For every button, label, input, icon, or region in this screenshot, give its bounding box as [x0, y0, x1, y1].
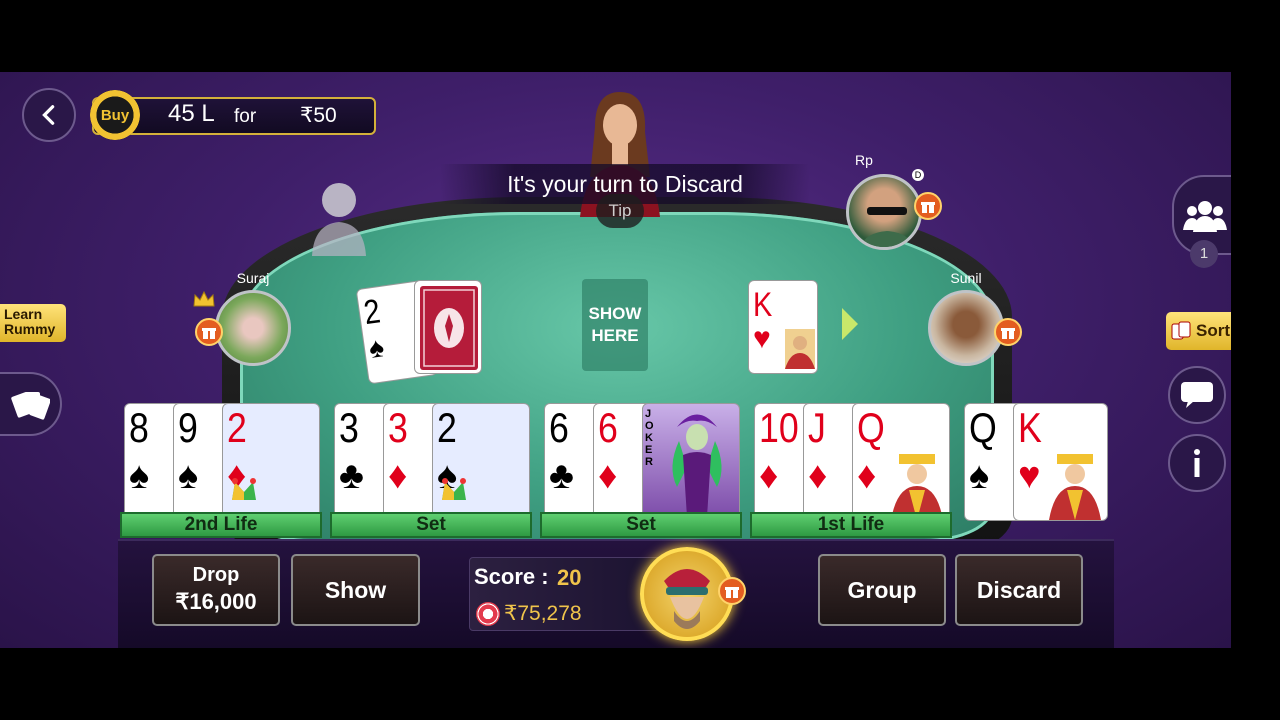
- users-icon: [1183, 201, 1227, 232]
- card-suit: ♠: [178, 455, 199, 497]
- cards-icon: [11, 392, 50, 420]
- learn-rummy-button[interactable]: Learn Rummy: [0, 304, 66, 342]
- show-button[interactable]: Show: [291, 554, 420, 626]
- discard-button[interactable]: Discard: [955, 554, 1083, 626]
- card-rank: 8: [129, 404, 149, 451]
- card-suit: ♦: [759, 455, 779, 497]
- drop-amount: ₹16,000: [175, 589, 257, 614]
- buy-label: Buy: [100, 106, 130, 124]
- empty-seat-icon[interactable]: [310, 182, 370, 256]
- chevron-left-icon: [42, 105, 55, 125]
- show-here-slot[interactable]: SHOW HERE: [582, 279, 648, 371]
- closed-deck[interactable]: [414, 280, 482, 374]
- hand-card[interactable]: K ♥: [1013, 403, 1108, 521]
- card-suit: ♦: [808, 455, 828, 497]
- gift-icon: [1001, 328, 1015, 339]
- hand-card[interactable]: 2 ♦: [222, 403, 320, 521]
- group-button[interactable]: Group: [818, 554, 946, 626]
- card-suit: ♦: [388, 455, 408, 497]
- score-value: 20: [557, 565, 582, 590]
- player-avatar: [215, 290, 291, 366]
- card-rank: 2: [227, 404, 247, 451]
- game-screen: Buy 45 L for ₹50 It's your turn to Disca…: [0, 72, 1231, 648]
- buy-amount: 45 L: [168, 100, 215, 127]
- gift-button[interactable]: [718, 577, 746, 605]
- group-label: 1st Life: [750, 512, 952, 538]
- group-label: Set: [540, 512, 742, 538]
- discard-card[interactable]: K ♥: [748, 280, 818, 374]
- chips-balance: ₹75,278: [504, 602, 582, 625]
- card-rank: Q: [857, 404, 885, 451]
- hand-card[interactable]: 2 ♠: [432, 403, 530, 521]
- card-rank: 6: [549, 404, 569, 451]
- group-label: Set: [330, 512, 532, 538]
- card-suit: ♥: [1018, 455, 1041, 497]
- joker-figure-icon: [672, 414, 722, 517]
- card-rank: K: [1018, 404, 1042, 451]
- hand-card[interactable]: Q ♦: [852, 403, 950, 521]
- gift-button[interactable]: [994, 318, 1022, 346]
- dealer-badge: D: [912, 169, 924, 181]
- sort-button[interactable]: Sort: [1166, 312, 1231, 350]
- group-label: 2nd Life: [120, 512, 322, 538]
- gift-button[interactable]: [914, 192, 942, 220]
- card-rank: 10: [759, 404, 799, 451]
- chat-button[interactable]: [1168, 366, 1226, 424]
- player-name: Sunil: [950, 270, 982, 286]
- drop-label: Drop: [192, 564, 240, 586]
- buy-chip-button[interactable]: Buy: [90, 90, 140, 140]
- info-icon: [1194, 449, 1200, 477]
- card-rank: 3: [339, 404, 359, 451]
- player-avatar: [846, 174, 922, 250]
- player-name: Rp: [855, 152, 873, 168]
- hand-card[interactable]: JOKER: [642, 403, 740, 521]
- card-rank: 3: [388, 404, 408, 451]
- card-suit: ♦: [857, 455, 877, 497]
- score-label: Score :: [474, 564, 549, 589]
- joker-label: JOKER: [645, 408, 654, 468]
- gift-button[interactable]: [195, 318, 223, 346]
- arrow-right-icon: [842, 308, 858, 340]
- player-name: Suraj: [236, 270, 270, 286]
- crown-icon: [193, 290, 215, 307]
- card-suit: ♠: [129, 455, 150, 497]
- cards-sort-icon: [1171, 321, 1191, 340]
- buy-for-label: for: [234, 106, 257, 127]
- drop-button[interactable]: Drop ₹16,000: [152, 554, 280, 626]
- card-suit: ♥: [753, 322, 771, 355]
- card-suit: ♣: [549, 455, 574, 497]
- back-button[interactable]: [22, 88, 76, 142]
- info-button[interactable]: [1168, 434, 1226, 492]
- face-card-figure-icon: [1049, 454, 1101, 520]
- chip-icon: [476, 602, 500, 626]
- gift-icon: [725, 587, 739, 598]
- joker-hat-icon: [232, 478, 256, 500]
- gift-icon: [921, 202, 935, 213]
- buy-price: ₹50: [300, 104, 337, 127]
- card-back-pattern: [420, 286, 478, 370]
- card-rank: J: [808, 404, 826, 451]
- card-rank: Q: [969, 404, 997, 451]
- cards-button[interactable]: [0, 372, 62, 436]
- sort-label: Sort: [1196, 321, 1230, 340]
- card-rank: 6: [598, 404, 618, 451]
- chat-icon: [1181, 382, 1213, 408]
- card-suit: ♠: [366, 331, 386, 364]
- card-suit: ♠: [969, 455, 990, 497]
- players-count: 1: [1190, 240, 1218, 268]
- player-avatar: [928, 290, 1004, 366]
- player-rp[interactable]: Rp D: [846, 152, 942, 250]
- gift-icon: [202, 328, 216, 339]
- joker-hat-icon: [442, 478, 466, 500]
- player-suraj[interactable]: Suraj: [193, 270, 291, 366]
- king-figure-icon: [785, 329, 815, 369]
- tip-button[interactable]: Tip: [596, 194, 644, 228]
- card-rank: 9: [178, 404, 198, 451]
- card-rank: 2: [437, 404, 457, 451]
- card-suit: ♣: [339, 455, 364, 497]
- player-sunil[interactable]: Sunil: [928, 270, 1022, 366]
- face-card-figure-icon: [891, 454, 943, 520]
- card-suit: ♦: [598, 455, 618, 497]
